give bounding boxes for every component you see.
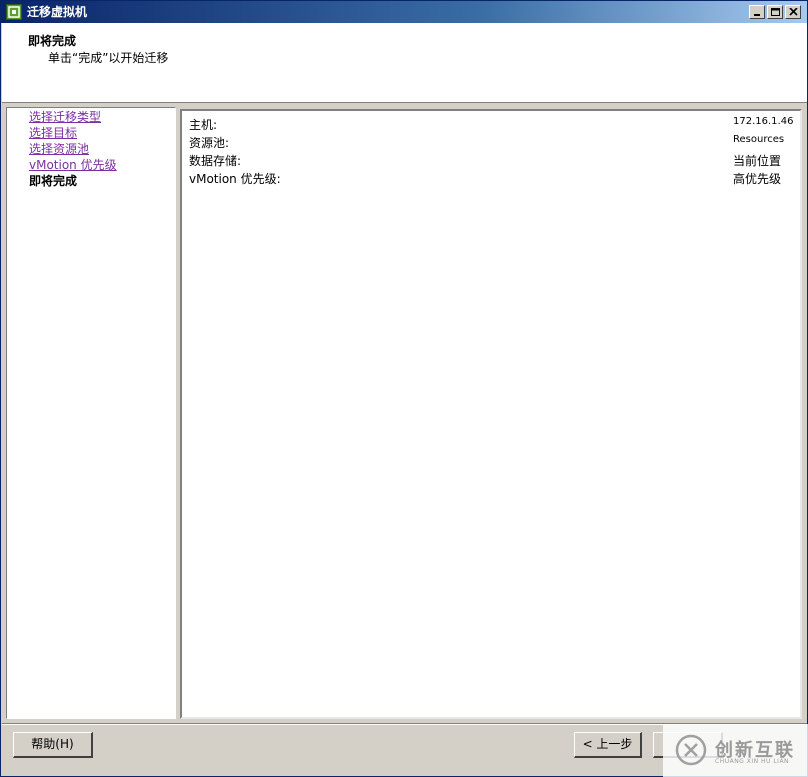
summary-label: vMotion 优先级: xyxy=(189,172,281,186)
summary-value: Resources xyxy=(733,134,785,145)
summary-row-resource-pool: 资源池: Resources xyxy=(189,134,792,152)
summary-value: 当前位置 xyxy=(733,154,782,168)
header-title: 即将完成 xyxy=(28,34,77,48)
title-bar[interactable]: 迁移虚拟机 xyxy=(1,1,807,23)
caption-buttons xyxy=(749,5,801,19)
watermark-subtext: CHUANG XIN HU LIAN xyxy=(715,758,790,765)
minimize-button[interactable] xyxy=(749,5,765,19)
close-button[interactable] xyxy=(785,5,801,19)
migrate-vm-window: 迁移虚拟机 即将完成 单击“完成”以开始迁移 选择迁移类型 选择目标 选择资源池… xyxy=(0,0,808,777)
nav-item-destination[interactable]: 选择目标 xyxy=(29,126,77,141)
nav-item-resource-pool[interactable]: 选择资源池 xyxy=(29,142,89,157)
watermark-logo-icon xyxy=(675,734,707,766)
window-title: 迁移虚拟机 xyxy=(27,5,88,19)
back-button[interactable]: < 上一步 xyxy=(574,732,642,758)
summary-value: 172.16.1.46 xyxy=(733,116,794,127)
nav-item-ready-to-complete: 即将完成 xyxy=(29,174,78,188)
wizard-steps-panel: 选择迁移类型 选择目标 选择资源池 vMotion 优先级 即将完成 xyxy=(6,107,176,719)
summary-row-host: 主机: 172.16.1.46 xyxy=(189,116,794,134)
summary-row-vmotion-priority: vMotion 优先级: 高优先级 xyxy=(189,170,792,188)
close-icon xyxy=(789,8,798,16)
summary-value: 高优先级 xyxy=(733,172,782,186)
summary-label: 主机: xyxy=(189,118,218,132)
summary-row-datastore: 数据存储: 当前位置 xyxy=(189,152,792,170)
wizard-header: 即将完成 单击“完成”以开始迁移 xyxy=(2,23,807,103)
maximize-icon xyxy=(771,8,780,16)
nav-item-migration-type[interactable]: 选择迁移类型 xyxy=(29,110,101,125)
summary-label: 资源池: xyxy=(189,136,230,150)
header-subtitle: 单击“完成”以开始迁移 xyxy=(48,51,169,65)
summary-panel: 主机: 172.16.1.46 资源池: Resources 数据存储: 当前位… xyxy=(180,109,802,719)
maximize-button[interactable] xyxy=(767,5,783,19)
vsphere-app-icon xyxy=(6,4,22,20)
summary-label: 数据存储: xyxy=(189,154,242,168)
help-button[interactable]: 帮助(H) xyxy=(13,732,93,758)
minimize-icon xyxy=(754,14,760,16)
nav-item-vmotion-priority[interactable]: vMotion 优先级 xyxy=(29,158,117,173)
watermark: 创新互联 CHUANG XIN HU LIAN xyxy=(663,724,808,777)
